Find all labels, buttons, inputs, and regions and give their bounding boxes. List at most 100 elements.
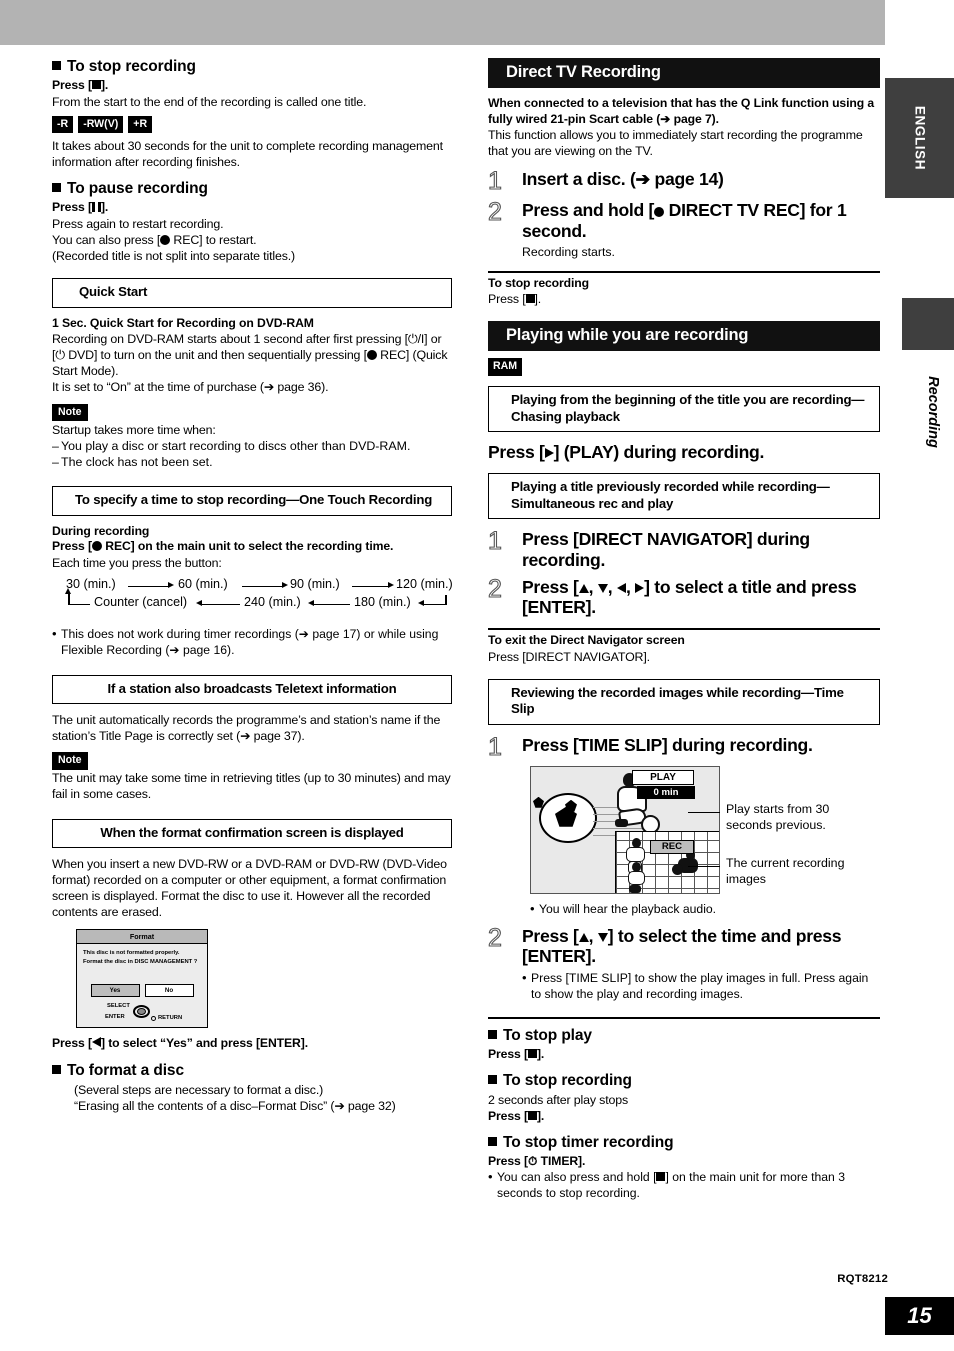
section-banner-direct-tv-recording: Direct TV Recording	[488, 58, 880, 88]
step-number: 2	[487, 574, 502, 603]
format-dialog-body: This disc is not formatted properly. For…	[77, 944, 207, 968]
rec-button-icon	[654, 207, 665, 218]
teletext-body: The unit automatically records the progr…	[52, 713, 441, 744]
note-item: – The clock has not been set.	[52, 454, 213, 469]
recording-inset-screen: REC	[615, 830, 719, 893]
bullet-dot: •	[488, 1168, 493, 1184]
heading-to-pause-recording: To pause recording	[52, 180, 452, 198]
format-instruction: Press [] to select “Yes” and press [ENTE…	[52, 1036, 308, 1051]
step-text: Press [, , , ] to select a title and pre…	[522, 576, 857, 618]
step-number: 1	[487, 732, 502, 761]
time-slip-illustration-area: PLAY 0 min REC Play starts from 30 secon…	[488, 765, 880, 902]
format-dialog-buttons: Yes No	[77, 983, 207, 998]
stop-recording-line2: It takes about 30 seconds for the unit t…	[52, 138, 443, 169]
pause-recording-line1: Press again to restart recording.	[52, 216, 224, 231]
box-heading-simultaneous-rec-and-play: Playing a title previously recorded whil…	[488, 473, 880, 520]
manual-page: To stop recording Press []. From the sta…	[0, 0, 954, 1351]
one-touch-press: Press [ REC] on the main unit to select …	[52, 539, 394, 554]
pause-button-icon	[91, 202, 101, 213]
bullet-square-icon	[52, 183, 61, 193]
step-text: Press and hold [ DIRECT TV REC] for 1 se…	[522, 200, 847, 241]
recording-time-flow-diagram: 30 (min.) 60 (min.) 90 (min.) 120 (min.)…	[65, 576, 453, 617]
bullet-dot: •	[52, 625, 57, 641]
heading-to-format-a-disc: To format a disc	[52, 1062, 452, 1080]
step-text: Press [, ] to select the time and press …	[522, 925, 842, 967]
step-text: Insert a disc. (➔ page 14)	[522, 169, 724, 190]
one-touch-during: During recording	[52, 523, 150, 538]
divider	[488, 1016, 880, 1019]
top-grey-band	[0, 0, 885, 45]
step-subtext: Recording starts.	[522, 244, 615, 259]
flow-time-120: 120 (min.)	[396, 576, 453, 591]
note-badge-row: Note	[52, 752, 452, 770]
format-confirm-body: When you insert a new DVD-RW or a DVD-RA…	[52, 857, 447, 920]
note-item: – You play a disc or start recording to d…	[52, 438, 411, 453]
direct-tv-stop-press: Press [].	[488, 292, 542, 307]
down-arrow-button-icon	[597, 932, 608, 942]
time-slip-step-1: 1 Press [TIME SLIP] during recording.	[487, 732, 880, 761]
flow-arrow-right	[128, 585, 170, 587]
format-dialog-no-button[interactable]: No	[144, 983, 194, 998]
box-heading-teletext: If a station also broadcasts Teletext in…	[52, 674, 452, 705]
flow-time-240: 240 (min.)	[244, 594, 301, 609]
format-dialog-nav-hint: SELECT ENTER RETURN	[77, 1001, 207, 1027]
callout-leader-line	[688, 811, 720, 814]
step-text: Press [DIRECT NAVIGATOR] during recordin…	[522, 529, 810, 570]
pause-recording-line2: You can also press [ REC] to restart.	[52, 232, 257, 247]
pause-recording-line3: (Recorded title is not split into separa…	[52, 248, 296, 263]
rec-button-icon	[160, 234, 171, 245]
rec-button-icon	[366, 350, 377, 361]
callout-play-starts: Play starts from 30 seconds previous.	[726, 801, 830, 832]
teletext-note-body: The unit may take some time in retrievin…	[52, 771, 451, 802]
flow-arrow-right-head	[388, 582, 394, 589]
language-tab-label: ENGLISH	[912, 105, 927, 171]
exit-direct-navigator-body: Press [DIRECT NAVIGATOR].	[488, 649, 650, 664]
left-arrow-button-icon	[91, 1037, 101, 1048]
player-figure	[628, 861, 652, 893]
format-dialog-mock: Format This disc is not formatted proper…	[76, 928, 208, 1029]
flow-arrow-left-head	[196, 600, 202, 607]
flow-wrap-right	[445, 594, 447, 605]
flow-time-30: 30 (min.)	[66, 576, 116, 591]
step-number: 2	[487, 923, 502, 952]
box-heading-format-confirmation: When the format confirmation screen is d…	[52, 818, 452, 849]
flow-arrow-left-head	[418, 600, 424, 607]
note-badge-row: Note	[52, 403, 452, 422]
rec-button-icon	[91, 541, 102, 552]
play-badge: PLAY	[632, 769, 694, 786]
heading-to-stop-play: To stop play	[488, 1027, 880, 1045]
box-heading-quick-start: Quick Start	[52, 278, 452, 308]
box-heading-one-touch-recording: To specify a time to stop recording—One …	[52, 486, 452, 516]
flow-time-60: 60 (min.)	[178, 576, 228, 591]
nav-return-label: RETURN	[158, 1015, 183, 1022]
goalkeeper-figure	[672, 849, 702, 880]
play-button-icon	[544, 448, 554, 459]
one-touch-bullet: • This does not work during timer recordi…	[52, 625, 439, 657]
stop-timer-bullet: • You can also press and hold [] on the m…	[488, 1168, 845, 1200]
flow-arrow-left	[314, 603, 350, 605]
stop-button-icon	[91, 80, 101, 89]
quick-start-purchase: It is set to “On” at the time of purchas…	[52, 380, 329, 395]
heading-to-stop-timer-recording: To stop timer recording	[488, 1134, 880, 1152]
pause-recording-press: Press [].	[52, 200, 109, 215]
nav-enter-label: ENTER	[105, 1014, 125, 1021]
callout-leader-line	[688, 865, 720, 868]
up-arrow-button-icon	[578, 932, 589, 942]
note-badge: Note	[52, 752, 88, 770]
football-icon	[539, 792, 597, 843]
flow-time-90: 90 (min.)	[290, 576, 340, 591]
format-dialog-yes-button[interactable]: Yes	[90, 983, 140, 998]
language-tab-english: ENGLISH	[885, 78, 954, 198]
flow-wrap-left-head	[65, 587, 71, 594]
time-slip-figure: PLAY 0 min REC	[530, 765, 720, 894]
stop-button-icon	[527, 1110, 537, 1120]
nav-select-label: SELECT	[107, 1003, 130, 1010]
box-heading-time-slip: Reviewing the recorded images while reco…	[488, 678, 880, 725]
flow-arrow-right	[352, 585, 390, 587]
stop-button-icon	[527, 1048, 537, 1058]
time-slip-audio-bullet: • You will hear the playback audio.	[530, 900, 717, 916]
step-number: 1	[487, 527, 502, 556]
chapter-tab-label: Recording	[925, 376, 941, 448]
bullet-square-icon	[52, 61, 61, 70]
quick-start-body: Recording on DVD-RAM starts about 1 seco…	[52, 332, 448, 379]
